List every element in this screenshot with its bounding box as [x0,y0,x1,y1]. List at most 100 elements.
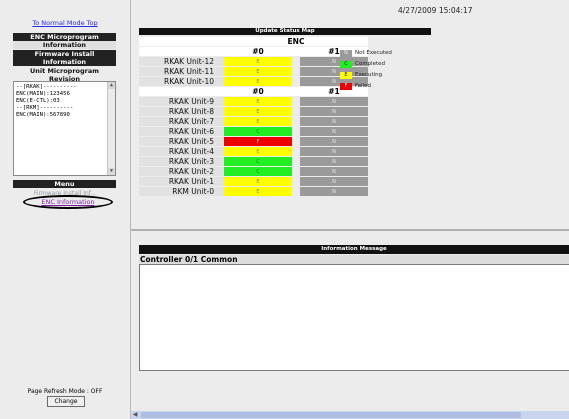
status-cell-0: F [224,137,292,146]
unit-label: RKM Unit-0 [139,187,224,196]
cell-gap [292,177,300,186]
change-button[interactable]: Change [47,396,85,407]
table-row: RKM Unit-0 E N [139,187,368,196]
col0-header: #0 [224,87,292,96]
enc-microprogram-info-line2: Information [42,41,87,49]
cell-gap [292,67,300,76]
header-gap [292,47,300,56]
header-blank-cell [139,37,224,46]
unit-label: RKAK Unit-5 [139,137,224,146]
unit-label: RKAK Unit-9 [139,97,224,106]
legend-label: Not Executed [355,50,392,56]
status-cell-0: E [224,77,292,86]
legend-item: N Not Executed [340,48,392,58]
unit-label: RKAK Unit-7 [139,117,224,126]
legend-label: Failed [355,83,371,89]
revision-line: ENC(MAIN):123456 [16,91,70,97]
status-cell-0: C [224,167,292,176]
legend-swatch: F [340,82,352,90]
status-cell-0: E [224,177,292,186]
table-row: RKAK Unit-11 E N [139,67,368,76]
left-frame: To Normal Mode Top ENC Microprogram Info… [0,0,131,419]
col0-header: #0 [224,47,292,56]
cell-gap [292,57,300,66]
revision-line: ENC(MAIN):567890 [16,112,70,118]
revision-list-box[interactable]: --[RKAK]---------- ENC(MAIN):123456 ENC(… [13,81,116,176]
status-cell-1: N [300,147,368,156]
cell-gap [292,107,300,116]
scroll-left-icon[interactable]: ◀ [131,411,139,419]
cell-gap [292,77,300,86]
table-row: RKAK Unit-2 C N [139,167,368,176]
information-message-area [139,264,569,371]
table-row: RKAK Unit-10 E N [139,77,368,86]
enc-microprogram-info-line1: ENC Microprogram [30,33,99,41]
controller-common-label: Controller 0/1 Common [139,255,569,264]
status-cell-0: C [224,127,292,136]
unit-label: RKAK Unit-10 [139,77,224,86]
legend-swatch: E [340,71,352,79]
status-legend: N Not Executed C Completed E Executing F Failed [340,48,392,92]
update-status-map-title: Update Status Map [139,28,431,35]
table-header-row: #0 #1 [139,87,368,96]
status-cell-1: N [300,117,368,126]
status-cell-0: E [224,57,292,66]
revision-line: --[RKM]---------- [16,105,74,111]
status-cell-0: E [224,67,292,76]
cell-gap [292,147,300,156]
unit-label: RKAK Unit-6 [139,127,224,136]
status-cell-1: N [300,127,368,136]
status-cell-1: N [300,97,368,106]
status-cell-0: E [224,117,292,126]
enc-group-header: ENC [224,37,368,46]
scroll-up-icon[interactable]: ▲ [108,82,115,89]
table-row: RKAK Unit-7 E N [139,117,368,126]
legend-swatch: N [340,49,352,57]
unit-label: RKAK Unit-8 [139,107,224,116]
table-row: RKAK Unit-5 F N [139,137,368,146]
cell-gap [292,137,300,146]
scroll-down-icon[interactable]: ▼ [108,168,115,175]
menu-title: Menu [13,180,116,188]
unit-label: RKAK Unit-4 [139,147,224,156]
table-row: RKAK Unit-9 E N [139,97,368,106]
table-row: RKAK Unit-12 E N [139,57,368,66]
cell-gap [292,157,300,166]
firmware-install-line2: Information [42,58,87,66]
table-row: RKAK Unit-4 E N [139,147,368,156]
status-cell-1: N [300,157,368,166]
normal-mode-top-link[interactable]: To Normal Mode Top [0,19,130,27]
status-cell-0: C [224,157,292,166]
legend-label: Executing [355,72,383,78]
table-row: RKAK Unit-3 C N [139,157,368,166]
legend-item: E Executing [340,70,392,80]
legend-item: C Completed [340,59,392,69]
revision-scrollbar[interactable]: ▲ ▼ [107,82,115,175]
horizontal-scrollbar-thumb[interactable] [141,412,521,418]
timestamp: 4/27/2009 15:04:17 [398,6,473,15]
cell-gap [292,167,300,176]
legend-item: F Failed [340,81,392,91]
cell-gap [292,187,300,196]
cell-gap [292,97,300,106]
unit-label: RKAK Unit-2 [139,167,224,176]
table-row: RKAK Unit-1 E N [139,177,368,186]
revision-line: ENC(E-CTL):03 [16,98,60,104]
firmware-install-info-title[interactable]: Firmware Install Information [13,50,116,66]
status-cell-0: E [224,107,292,116]
status-cell-1: N [300,177,368,186]
information-message-title: Information Message [139,245,569,254]
status-cell-0: E [224,187,292,196]
cell-gap [292,117,300,126]
revision-line: --[RKAK]---------- [16,84,77,90]
unit-label: RKAK Unit-1 [139,177,224,186]
table-row: RKAK Unit-8 E N [139,107,368,116]
status-cell-1: N [300,107,368,116]
table-header-row: #0 #1 [139,47,368,56]
status-cell-0: E [224,97,292,106]
status-cell-1: N [300,187,368,196]
enc-information-link[interactable]: ENC Information [23,195,113,209]
firmware-install-line1: Firmware Install [34,50,95,58]
unit-label: RKAK Unit-12 [139,57,224,66]
table-row: RKAK Unit-6 C N [139,127,368,136]
